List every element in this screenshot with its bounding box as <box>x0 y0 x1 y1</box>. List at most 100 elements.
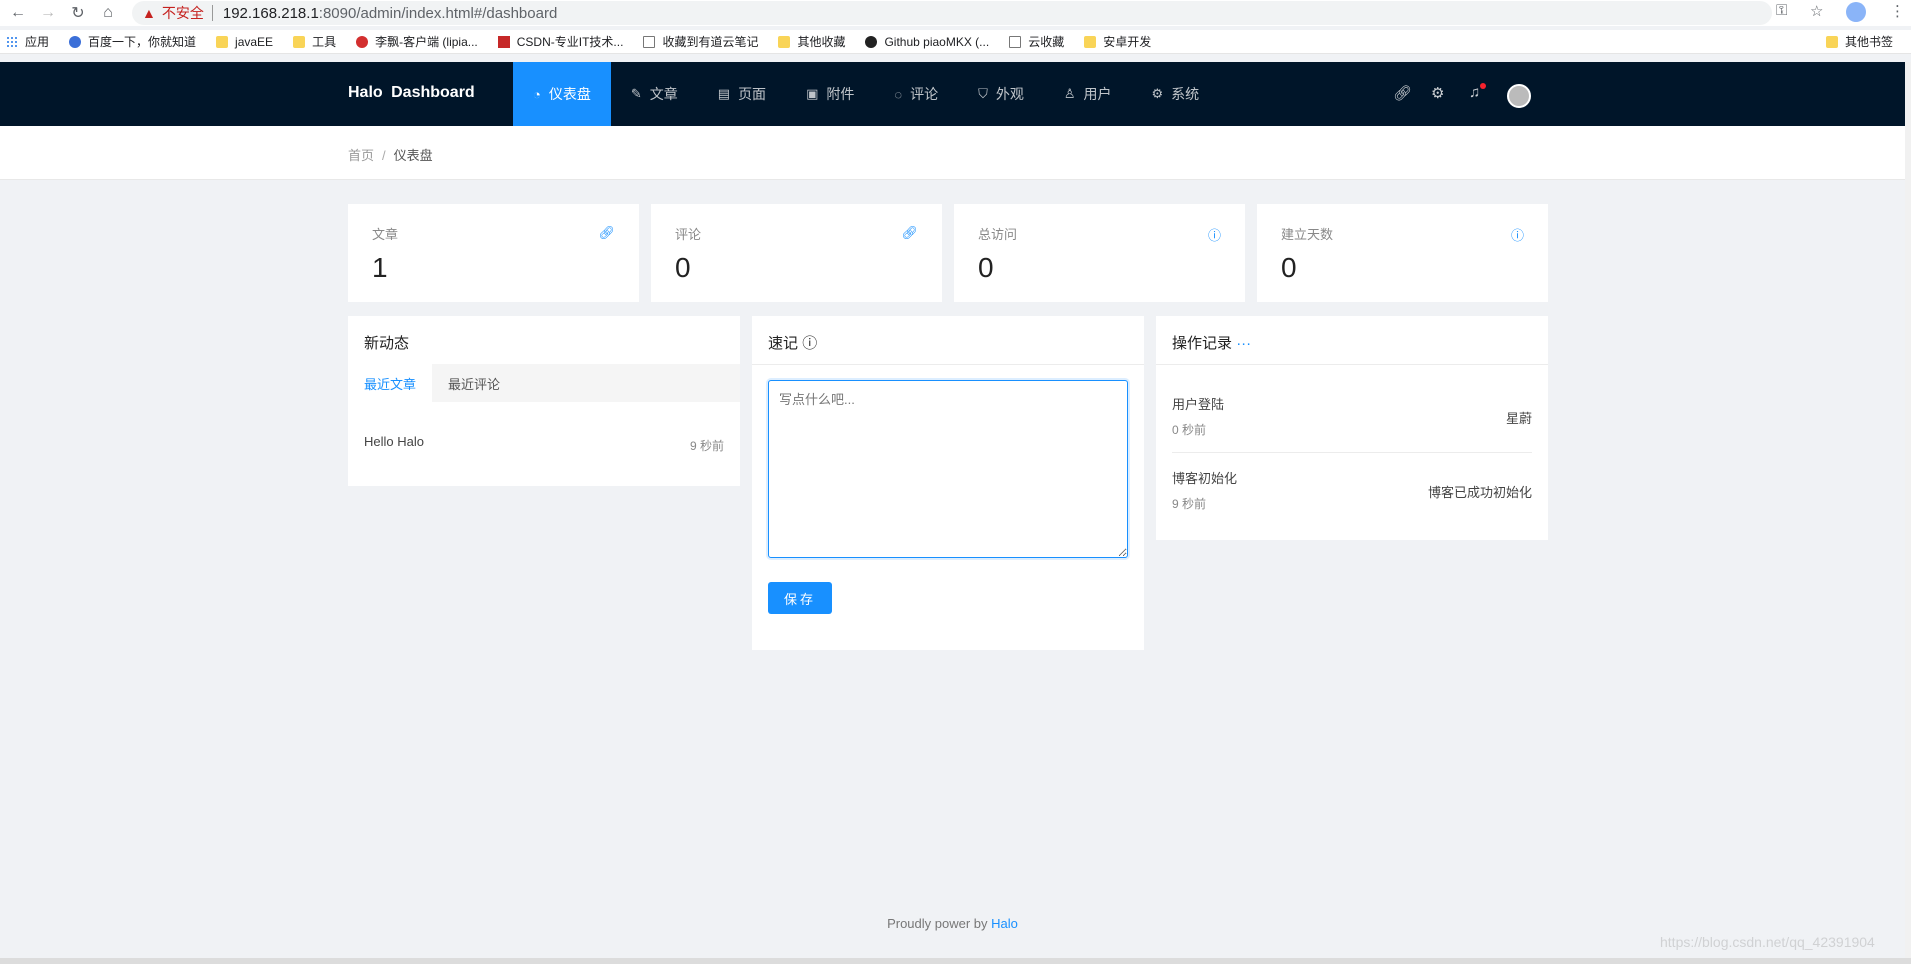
edit-icon: ✎ <box>630 86 642 101</box>
menu-item-attachments[interactable]: ▣ 附件 <box>786 62 874 126</box>
bookmark-baidu[interactable]: 百度一下，你就知道 <box>69 33 196 50</box>
bookmark-label: 李飘-客户端 (lipia... <box>375 35 478 49</box>
bookmark-other[interactable]: 其他收藏 <box>778 33 845 50</box>
window-edge <box>0 958 1911 964</box>
stat-card-days: 建立天数 ⓘ 0 <box>1257 204 1548 302</box>
tab-recent-posts[interactable]: 最近文章 <box>348 364 433 402</box>
forward-arrow-icon[interactable]: → <box>36 1 60 25</box>
logs-title-text: 操作记录 <box>1172 335 1233 352</box>
bookmark-android[interactable]: 安卓开发 <box>1084 33 1151 50</box>
stat-card-posts: 文章 🔗︎ 1 <box>348 204 639 302</box>
save-button[interactable]: 保存 <box>768 582 832 614</box>
dashboard-icon: ◔ <box>533 86 541 102</box>
profile-avatar[interactable] <box>1846 2 1866 22</box>
scrollbar[interactable] <box>1905 62 1911 960</box>
gear-icon[interactable]: ⚙ <box>1431 84 1444 102</box>
insecure-label[interactable]: 不安全 <box>162 3 204 23</box>
reload-icon[interactable]: ↻ <box>66 1 90 25</box>
panel-title: 操作记录 ··· <box>1172 332 1251 353</box>
panel-title: 新动态 <box>364 335 410 352</box>
url-host: 192.168.218.1 <box>222 4 319 22</box>
logs-panel: 操作记录 ··· 用户登陆 0 秒前 星蔚 博客初始化 9 秒前 博客已成功初始… <box>1156 316 1548 540</box>
picture-icon: ▣ <box>806 86 819 101</box>
link-icon[interactable]: 🔗︎ <box>598 225 615 241</box>
folder-icon <box>1826 35 1838 48</box>
skin-icon: ⛉ <box>978 86 988 101</box>
menu-item-dashboard[interactable]: ◔ 仪表盘 <box>513 62 611 126</box>
link-icon[interactable]: 🔗︎ <box>901 225 918 241</box>
memo-textarea[interactable] <box>768 380 1128 558</box>
stat-label: 评论 <box>675 227 702 242</box>
back-arrow-icon[interactable]: ← <box>6 1 30 25</box>
book-icon: ▤ <box>717 86 731 101</box>
setting-icon: ⚙ <box>1151 86 1164 101</box>
bookmark-youdao[interactable]: 收藏到有道云笔记 <box>643 33 758 50</box>
menu-item-users[interactable]: ♙ 用户 <box>1044 62 1132 126</box>
user-avatar[interactable] <box>1507 84 1531 108</box>
more-icon[interactable]: ··· <box>1236 335 1251 352</box>
stat-value: 0 <box>675 252 691 283</box>
home-icon[interactable]: ⌂ <box>96 1 120 25</box>
log-content: 博客已成功初始化 <box>1427 485 1532 500</box>
menu-label: 页面 <box>738 86 767 102</box>
github-icon <box>865 35 878 48</box>
key-icon[interactable]: ⚿ <box>1776 2 1787 19</box>
star-icon[interactable]: ☆ <box>1810 2 1823 20</box>
warning-icon[interactable]: ▲ <box>142 5 156 21</box>
url-path: :8090/admin/index.html#/dashboard <box>318 4 558 22</box>
bookmark-label: CSDN-专业IT技术... <box>516 35 624 49</box>
folder-icon <box>293 35 306 48</box>
main-menu: ◔ 仪表盘 ✎ 文章 ▤ 页面 ▣ 附件 ◌ 评论 ⛉ 外观 ♙ 用户 ⚙ 系统 <box>513 62 1219 126</box>
bookmark-github[interactable]: Github piaoMKX (... <box>865 35 989 49</box>
menu-label: 系统 <box>1171 86 1200 102</box>
info-icon[interactable]: ⓘ <box>1208 225 1221 244</box>
info-icon[interactable]: ⓘ <box>1511 225 1524 244</box>
footer-text: Proudly power by <box>887 916 988 931</box>
log-type: 用户登陆 <box>1172 397 1225 412</box>
link-icon[interactable]: 🔗︎ <box>1393 84 1412 102</box>
breadcrumb-current: 仪表盘 <box>393 148 433 163</box>
bookmark-cloud[interactable]: 云收藏 <box>1009 33 1064 50</box>
divider <box>1156 364 1548 365</box>
folder-icon <box>216 35 229 48</box>
stat-label: 建立天数 <box>1281 227 1334 242</box>
log-time: 0 秒前 <box>1172 423 1207 437</box>
menu-item-pages[interactable]: ▤ 页面 <box>698 62 786 126</box>
brand-logo[interactable]: Halo Dashboard <box>348 84 475 102</box>
activity-panel: 新动态 最近文章 最近评论 Hello Halo 9 秒前 <box>348 316 740 486</box>
watermark: https://blog.csdn.net/qq_42391904 <box>1660 934 1875 950</box>
menu-label: 附件 <box>826 86 855 102</box>
bookmark-javaee[interactable]: javaEE <box>216 35 273 49</box>
bookmark-apps[interactable]: 应用 <box>6 33 49 50</box>
bookmark-tools[interactable]: 工具 <box>293 33 336 50</box>
address-bar[interactable]: ▲ 不安全 192.168.218.1:8090/admin/index.htm… <box>132 1 1772 25</box>
stat-value: 0 <box>978 252 994 283</box>
bookmark-label: 云收藏 <box>1028 35 1065 49</box>
divider <box>211 5 213 21</box>
user-icon: ♙ <box>1063 86 1076 101</box>
post-title-link[interactable]: Hello Halo <box>364 434 424 449</box>
breadcrumb-separator: / <box>382 148 386 163</box>
bell-icon[interactable]: ♫ <box>1469 84 1480 101</box>
folder-icon <box>778 35 791 48</box>
menu-item-system[interactable]: ⚙ 系统 <box>1132 62 1220 126</box>
menu-item-comments[interactable]: ◌ 评论 <box>874 62 958 126</box>
tab-bar-fill <box>516 364 740 402</box>
bookmark-lipiao[interactable]: 李飘-客户端 (lipia... <box>356 33 478 50</box>
memo-panel: 速记 ⓘ 保存 <box>752 316 1144 650</box>
menu-label: 用户 <box>1083 86 1112 102</box>
menu-item-posts[interactable]: ✎ 文章 <box>611 62 698 126</box>
bookmark-csdn[interactable]: CSDN-专业IT技术... <box>497 33 624 50</box>
footer: Proudly power by Halo <box>0 916 1905 931</box>
bookmark-label: Github piaoMKX (... <box>884 34 990 49</box>
info-icon[interactable]: ⓘ <box>802 335 817 352</box>
tab-recent-comments[interactable]: 最近评论 <box>432 364 517 402</box>
breadcrumb-home[interactable]: 首页 <box>348 148 374 163</box>
top-navbar: Halo Dashboard ◔ 仪表盘 ✎ 文章 ▤ 页面 ▣ 附件 ◌ 评论 ⛉ 外观 … <box>0 62 1905 126</box>
bookmark-other-bookmarks[interactable]: 其他书签 <box>1826 33 1893 50</box>
menu-icon[interactable]: ⋮ <box>1890 2 1905 20</box>
bookmark-label: 其他书签 <box>1845 35 1894 49</box>
footer-halo-link[interactable]: Halo <box>991 916 1018 931</box>
menu-item-appearance[interactable]: ⛉ 外观 <box>958 62 1044 126</box>
message-icon: ◌ <box>894 86 903 102</box>
